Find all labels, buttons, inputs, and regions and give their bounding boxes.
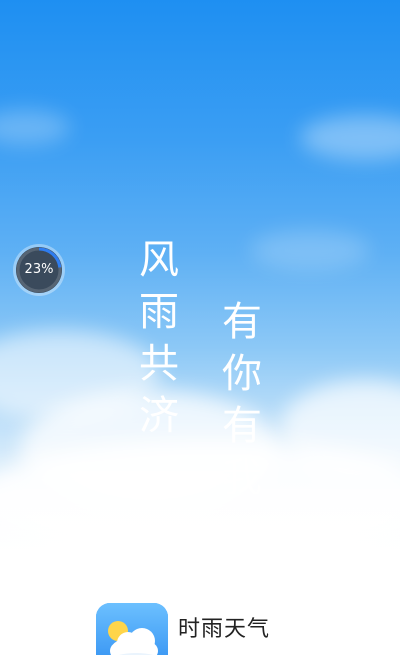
progress-percent-label: 23% [24,262,54,277]
cloud-decoration [300,115,400,160]
fade-overlay [0,470,400,560]
skip-progress-button[interactable]: 23% [12,243,66,297]
app-name: 时雨天气 [178,617,271,642]
app-logo [96,603,168,655]
app-brand: 时雨天气 [96,603,270,655]
splash-screen: 风雨共济 有你有我 23% 时雨天气 [0,0,400,655]
slogan-line-1: 风雨共济 [132,238,178,446]
cloud-decoration [0,110,70,145]
weather-cloud-sun-icon [96,603,168,655]
cloud-decoration [250,230,370,270]
